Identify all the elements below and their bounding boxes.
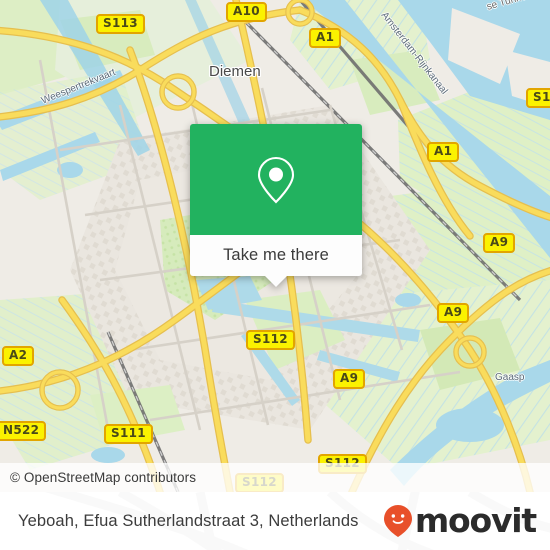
map-shield[interactable]: A9 xyxy=(437,303,470,323)
footer-bar: Yeboah, Efua Sutherlandstraat 3, Netherl… xyxy=(0,492,550,550)
moovit-brand[interactable]: moovit xyxy=(383,501,537,540)
popup-tail xyxy=(265,276,287,287)
map-shield[interactable]: A9 xyxy=(333,369,366,389)
map-shield[interactable]: S11 xyxy=(526,88,550,108)
map-shield[interactable]: A2 xyxy=(2,346,35,366)
map-canvas[interactable]: S113 A10 A1 S11 A1 A9 A9 S112 A9 A2 N522… xyxy=(0,0,550,492)
map-shield[interactable]: N522 xyxy=(0,421,47,441)
map-shield[interactable]: S111 xyxy=(104,424,153,444)
location-pin-icon xyxy=(257,156,295,203)
moovit-smiling-pin-icon xyxy=(383,505,412,537)
popup-action-label: Take me there xyxy=(223,246,329,264)
attribution-text[interactable]: © OpenStreetMap contributors xyxy=(0,470,196,485)
take-me-there-popup[interactable]: Take me there xyxy=(190,124,362,287)
map-place-label-diemen: Diemen xyxy=(209,63,261,80)
map-shield[interactable]: A10 xyxy=(226,2,267,22)
popup-action-area[interactable]: Take me there xyxy=(190,235,362,287)
moovit-wordmark: moovit xyxy=(414,501,537,540)
map-share-card: S113 A10 A1 S11 A1 A9 A9 S112 A9 A2 N522… xyxy=(0,0,550,550)
map-shield[interactable]: A1 xyxy=(309,28,342,48)
map-attribution-bar: © OpenStreetMap contributors xyxy=(0,463,550,492)
map-shield[interactable]: S113 xyxy=(96,14,145,34)
popup-icon-area xyxy=(190,124,362,235)
footer-content: Yeboah, Efua Sutherlandstraat 3, Netherl… xyxy=(0,492,550,550)
map-shield[interactable]: A1 xyxy=(427,142,460,162)
map-water-label-gaasp: Gaasp xyxy=(495,372,525,383)
address-label: Yeboah, Efua Sutherlandstraat 3, Netherl… xyxy=(18,511,359,530)
map-shield[interactable]: A9 xyxy=(483,233,516,253)
map-shield[interactable]: S112 xyxy=(246,330,295,350)
